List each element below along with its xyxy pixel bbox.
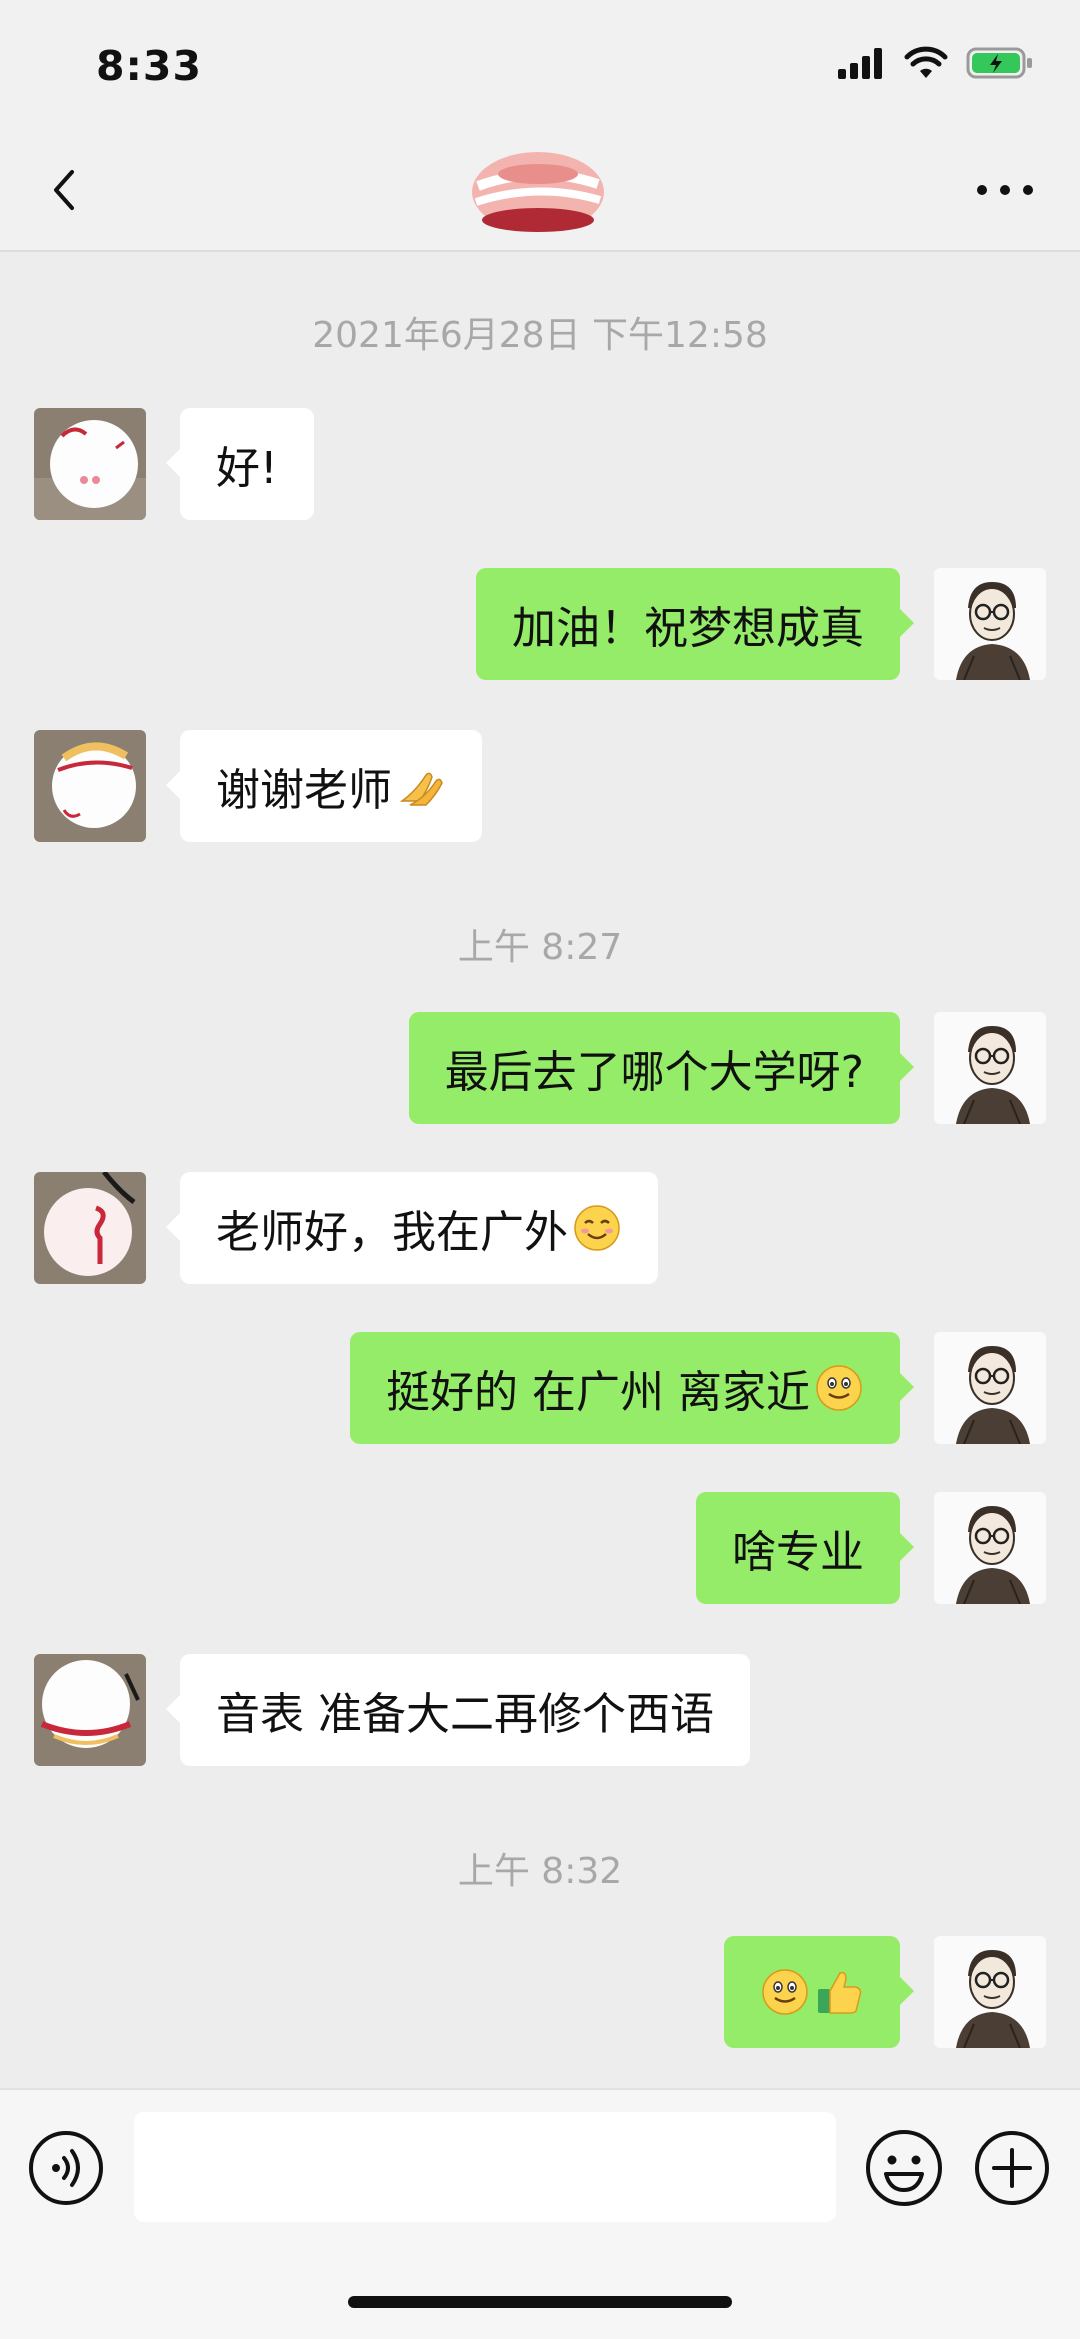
- timestamp: 上午 8:32: [457, 1851, 623, 1892]
- message-row: 挺好的 在广州 离家近: [0, 1332, 1080, 1446]
- message-text: 加油！祝梦想成真: [512, 603, 864, 654]
- home-indicator: [348, 2296, 732, 2308]
- message-text: 最后去了哪个大学呀?: [444, 1047, 864, 1098]
- message-row: 老师好，我在广外: [0, 1172, 1080, 1286]
- message-text: 挺好的 在广州 离家近: [386, 1367, 810, 1418]
- message-text: 音表 准备大二再修个西语: [216, 1689, 714, 1740]
- message-text: 啥专业: [732, 1527, 864, 1578]
- message-row: 加油！祝梦想成真: [0, 568, 1080, 682]
- wifi-icon: [904, 46, 948, 78]
- contact-avatar[interactable]: [34, 1654, 146, 1766]
- message-bubble[interactable]: 音表 准备大二再修个西语: [166, 1654, 750, 1766]
- contact-avatar[interactable]: [34, 730, 146, 842]
- message-row: 最后去了哪个大学呀?: [0, 1012, 1080, 1126]
- message-bubble[interactable]: [724, 1936, 914, 2048]
- chat-header: [0, 130, 1080, 252]
- smiling-face-emoji-icon: [574, 1205, 620, 1251]
- message-row: 音表 准备大二再修个西语: [0, 1654, 1080, 1768]
- message-bubble[interactable]: 老师好，我在广外: [166, 1172, 658, 1284]
- chevron-left-icon[interactable]: [38, 160, 98, 220]
- message-text: 好!: [216, 443, 278, 494]
- thumbs-up-emoji-icon: [818, 1971, 862, 2014]
- contact-avatar[interactable]: [34, 1172, 146, 1284]
- status-icons: [838, 46, 1034, 80]
- timestamp: 2021年6月28日 下午12:58: [312, 315, 768, 356]
- status-time: 8:33: [96, 42, 202, 90]
- message-bubble[interactable]: 最后去了哪个大学呀?: [408, 1012, 915, 1124]
- folded-hands-emoji-icon: [399, 772, 443, 806]
- emoji-face-icon[interactable]: [864, 2128, 944, 2208]
- my-avatar[interactable]: [934, 1332, 1046, 1444]
- chat-message-list[interactable]: 2021年6月28日 下午12:58 好! 加油！祝梦想成真 谢谢老师 上午 8…: [0, 252, 1080, 2088]
- my-avatar[interactable]: [934, 1936, 1046, 2048]
- my-avatar[interactable]: [934, 1012, 1046, 1124]
- message-bubble[interactable]: 加油！祝梦想成真: [476, 568, 914, 680]
- message-input[interactable]: [134, 2112, 836, 2222]
- smiley-emoji-icon: [762, 1969, 808, 2015]
- status-bar: 8:33: [0, 0, 1080, 130]
- my-avatar[interactable]: [934, 568, 1046, 680]
- smiley-emoji-icon: [816, 1365, 862, 1411]
- my-avatar[interactable]: [934, 1492, 1046, 1604]
- contact-name-sticker[interactable]: [468, 144, 608, 238]
- message-bubble[interactable]: 挺好的 在广州 离家近: [350, 1332, 914, 1444]
- signal-icon: [838, 48, 882, 79]
- message-bubble[interactable]: 啥专业: [696, 1492, 914, 1604]
- input-bar: [0, 2088, 1080, 2339]
- timestamp: 上午 8:27: [457, 927, 623, 968]
- message-row: 啥专业: [0, 1492, 1080, 1606]
- message-row: [0, 1936, 1080, 2050]
- message-bubble[interactable]: 谢谢老师: [166, 730, 482, 842]
- message-row: 好!: [0, 408, 1080, 522]
- message-text: 谢谢老师: [216, 765, 392, 816]
- plus-circle-icon[interactable]: [974, 2130, 1050, 2206]
- message-bubble[interactable]: 好!: [166, 408, 314, 520]
- more-dots-icon[interactable]: [970, 160, 1040, 220]
- message-text: 老师好，我在广外: [216, 1207, 568, 1258]
- voice-icon[interactable]: [28, 2130, 104, 2206]
- battery-icon: [966, 47, 1032, 79]
- message-row: 谢谢老师: [0, 730, 1080, 844]
- contact-avatar[interactable]: [34, 408, 146, 520]
